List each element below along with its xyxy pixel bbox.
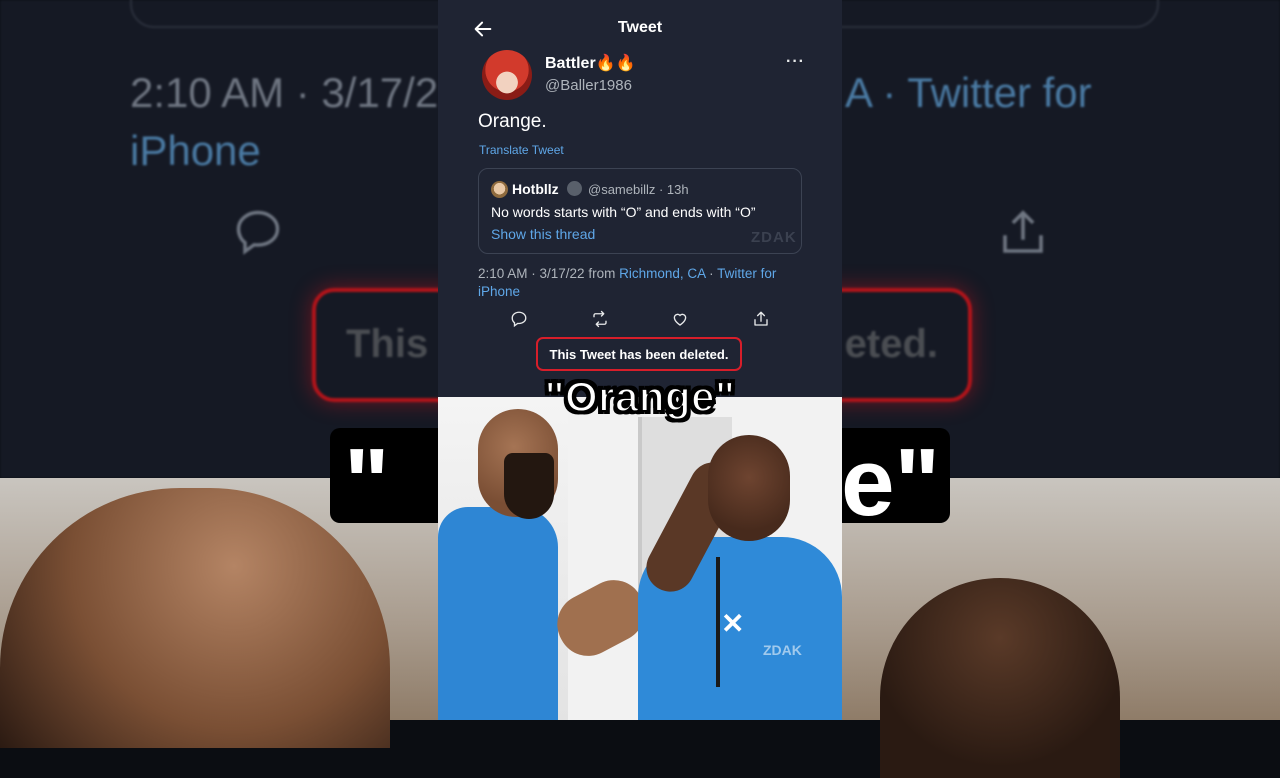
video-caption: "Orange" xyxy=(544,372,736,421)
background-caption-right: e" xyxy=(841,429,940,523)
like-icon[interactable] xyxy=(671,310,689,328)
background-timestamp: 2:10 AM · 3/17/2 A · Twitter for iPhone xyxy=(130,64,1092,180)
background-iphone-text: iPhone xyxy=(130,127,261,174)
video-frame: ✕ ZDAK xyxy=(438,397,842,720)
page-title: Tweet xyxy=(617,19,663,36)
tweet-meta: 2:10 AM · 3/17/22 from Richmond, CA · Tw… xyxy=(478,265,808,301)
meta-separator: · xyxy=(705,266,718,281)
lanyard xyxy=(716,557,720,687)
tweet-text: Orange. xyxy=(478,111,547,132)
quote-text: No words starts with “O” and ends with “… xyxy=(491,204,756,220)
show-thread-link[interactable]: Show this thread xyxy=(491,226,595,242)
quote-watermark: ZDAK xyxy=(751,229,797,246)
person-left-beard xyxy=(504,453,554,519)
quote-handle-time: @samebillz · 13h xyxy=(588,182,689,197)
background-deleted-left: This xyxy=(346,322,429,366)
background-person-left xyxy=(0,488,390,748)
deleted-notice-text: This Tweet has been deleted. xyxy=(549,347,729,362)
person-right-head xyxy=(708,435,790,541)
quote-badge-icon xyxy=(567,181,582,196)
background-time-tail: A · Twitter for xyxy=(845,69,1092,116)
background-share-icon xyxy=(996,206,1050,265)
reply-icon[interactable] xyxy=(510,310,528,328)
share-icon[interactable] xyxy=(752,310,770,328)
tweet-panel: Tweet Battler🔥🔥 @Baller1986 ··· Orange. … xyxy=(438,0,842,397)
background-caption-left: " xyxy=(344,429,390,523)
display-name[interactable]: Battler🔥🔥 xyxy=(545,53,636,73)
tweet-location-link[interactable]: Richmond, CA xyxy=(619,266,705,281)
background-reply-icon xyxy=(232,206,284,263)
quote-display-name: Hotbllz xyxy=(512,181,559,197)
more-icon[interactable]: ··· xyxy=(786,53,805,71)
tweet-topbar: Tweet xyxy=(438,0,842,56)
background-deleted-right: eted. xyxy=(844,322,938,366)
tweet-actions xyxy=(438,310,842,330)
person-left-shirt xyxy=(438,507,558,720)
background-person-right xyxy=(880,578,1120,778)
background-time-text: 2:10 AM · 3/17/2 xyxy=(130,69,439,116)
quoted-tweet[interactable]: Hotbllz @samebillz · 13h No words starts… xyxy=(478,168,802,254)
shirt-logo-icon: ✕ xyxy=(721,608,745,639)
tweet-time-date: 2:10 AM · 3/17/22 from xyxy=(478,266,620,281)
center-video-column: Tweet Battler🔥🔥 @Baller1986 ··· Orange. … xyxy=(438,0,842,720)
video-watermark: ZDAK xyxy=(763,642,802,658)
quote-avatar xyxy=(491,181,508,198)
user-handle[interactable]: @Baller1986 xyxy=(545,77,632,94)
translate-tweet-link[interactable]: Translate Tweet xyxy=(479,143,564,157)
avatar[interactable] xyxy=(482,50,532,100)
deleted-notice: This Tweet has been deleted. xyxy=(536,337,742,371)
retweet-icon[interactable] xyxy=(590,310,608,328)
